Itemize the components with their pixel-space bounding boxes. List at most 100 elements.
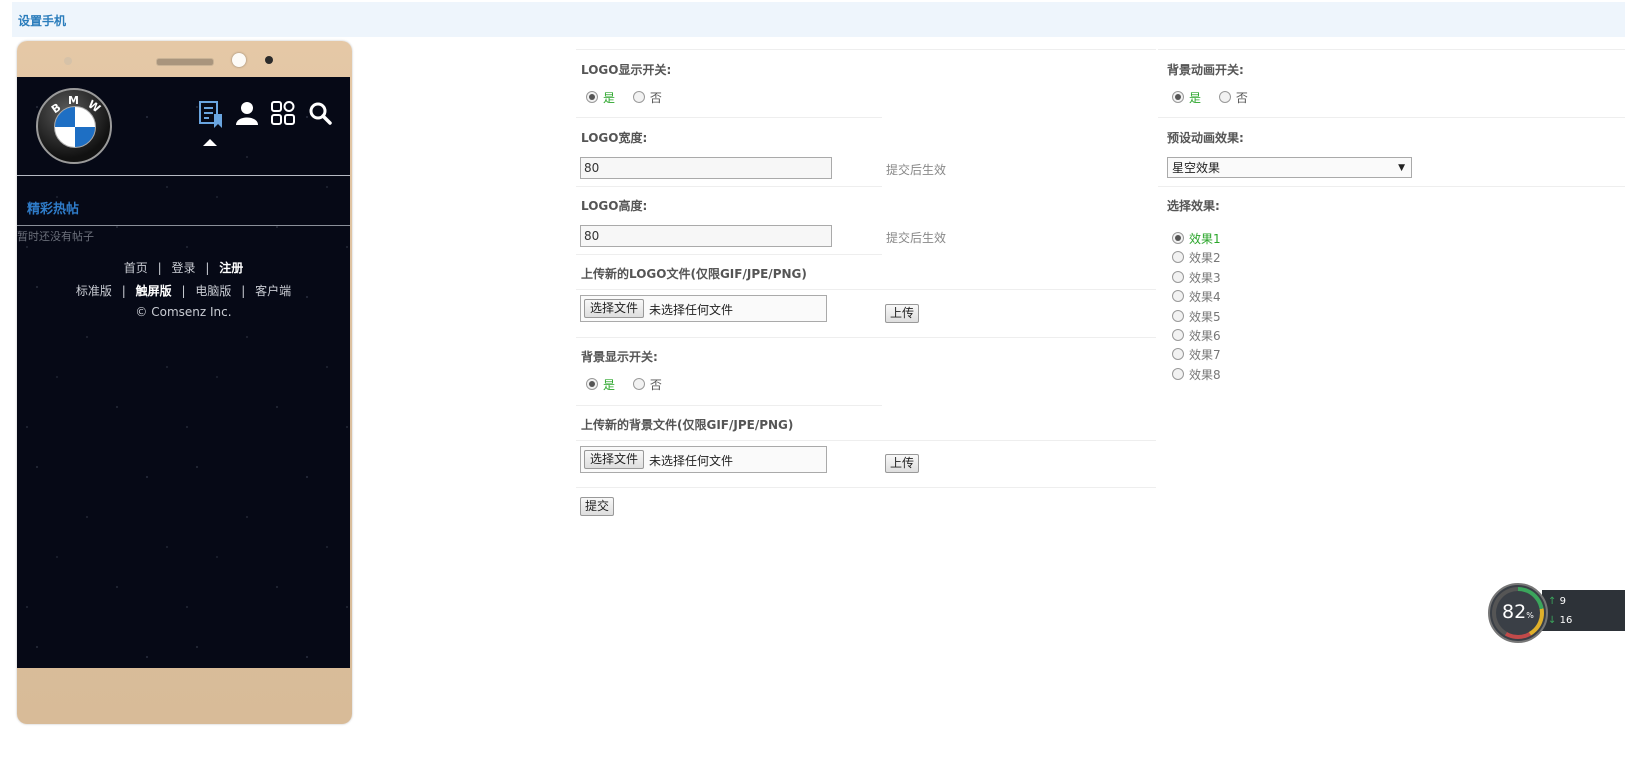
nav-touch-link[interactable]: 触屏版 (136, 284, 172, 298)
nav-home-link[interactable]: 首页 (124, 261, 148, 275)
effect-radio[interactable] (1172, 328, 1184, 341)
logo-emblem (54, 106, 96, 148)
preset-anim-label: 预设动画效果: (1167, 131, 1244, 145)
nav-register-link[interactable]: 注册 (219, 261, 243, 275)
anim-switch-no-label[interactable]: 否 (1236, 91, 1248, 105)
logo-width-input[interactable]: 80 (580, 157, 832, 179)
copyright-text: © Comsenz Inc. (135, 305, 232, 319)
anim-switch-label: 背景动画开关: (1167, 63, 1244, 77)
effect-radio[interactable] (1172, 251, 1184, 264)
document-bookmark-icon[interactable] (199, 101, 225, 129)
dropdown-arrow-icon: ▼ (1398, 163, 1405, 173)
page-header: 设置手机 (12, 2, 1625, 37)
arrow-up-icon: ↑ (1548, 596, 1557, 607)
effect-option[interactable]: 效果2 (1172, 249, 1221, 268)
effects-radio-list: 效果1 效果2 效果3 效果4 效果5 效果6 效果7 效果8 (1172, 230, 1221, 385)
nav-separator: | (121, 284, 126, 298)
footer-nav: 首页 | 登录 | 注册 (17, 259, 350, 276)
usage-percent-value: 82 (1502, 601, 1527, 623)
anim-switch-yes-label[interactable]: 是 (1189, 91, 1201, 105)
download-speed-value: 16 (1559, 615, 1573, 626)
download-speed: ↓ 16 (1548, 615, 1572, 626)
search-icon[interactable] (308, 101, 332, 125)
bg-upload-button[interactable]: 上传 (885, 454, 920, 473)
phone-speaker (156, 58, 214, 66)
effect-option[interactable]: 效果6 (1172, 327, 1221, 346)
effect-option[interactable]: 效果3 (1172, 269, 1221, 288)
effects-label: 选择效果: (1167, 199, 1220, 213)
effect-radio[interactable] (1172, 290, 1184, 303)
effect-option[interactable]: 效果7 (1172, 346, 1221, 365)
effect-label[interactable]: 效果1 (1189, 232, 1221, 246)
logo-switch-no-radio[interactable] (632, 91, 645, 103)
bg-switch-yes-radio[interactable] (586, 378, 598, 390)
usage-gauge: 82% (1488, 583, 1548, 643)
effect-label[interactable]: 效果4 (1189, 290, 1221, 304)
effect-label[interactable]: 效果6 (1189, 329, 1221, 343)
divider (576, 289, 1156, 290)
divider (1158, 186, 1625, 187)
logo-height-input[interactable]: 80 (580, 225, 832, 247)
effect-radio[interactable] (1172, 367, 1184, 380)
apps-grid-icon[interactable] (271, 101, 295, 125)
logo-switch-radios: 是 否 (586, 89, 662, 106)
logo-height-hint: 提交后生效 (886, 231, 947, 245)
nav-standard-link[interactable]: 标准版 (76, 284, 112, 298)
divider (576, 254, 882, 255)
divider (1158, 117, 1625, 118)
logo-file-input[interactable]: 选择文件 未选择任何文件 (580, 295, 827, 322)
phone-preview: B M W 精彩热帖 暂时还没有帖子 首页 | 登录 | 注册 标准版 | 触屏… (17, 41, 352, 724)
bg-switch-yes-label[interactable]: 是 (603, 378, 615, 392)
bg-switch-no-label[interactable]: 否 (650, 378, 662, 392)
effect-label[interactable]: 效果3 (1189, 271, 1221, 285)
bg-choose-file-button[interactable]: 选择文件 (584, 450, 645, 469)
active-tab-caret (203, 139, 217, 146)
effect-option[interactable]: 效果4 (1172, 288, 1221, 307)
logo-height-label: LOGO高度: (581, 199, 648, 213)
phone-camera (265, 56, 273, 64)
anim-switch-no-radio[interactable] (1218, 91, 1231, 103)
nav-login-link[interactable]: 登录 (171, 261, 195, 275)
effect-option[interactable]: 效果1 (1172, 230, 1221, 249)
logo-switch-yes-label[interactable]: 是 (603, 91, 615, 105)
bg-switch-no-radio[interactable] (632, 378, 645, 390)
usage-percent-unit: % (1526, 611, 1534, 620)
logo-switch-no-label[interactable]: 否 (650, 91, 662, 105)
effect-radio[interactable] (1172, 348, 1184, 361)
bg-switch-radios: 是 否 (586, 376, 662, 393)
phone-screen: B M W 精彩热帖 暂时还没有帖子 首页 | 登录 | 注册 标准版 | 触屏… (17, 77, 350, 668)
logo-switch-label: LOGO显示开关: (581, 63, 672, 77)
effect-option[interactable]: 效果8 (1172, 366, 1221, 385)
phone-sensor (64, 57, 72, 65)
divider (576, 487, 1156, 488)
submit-button[interactable]: 提交 (580, 497, 615, 516)
nav-client-link[interactable]: 客户端 (255, 284, 291, 298)
effect-label[interactable]: 效果8 (1189, 368, 1221, 382)
logo-file-status: 未选择任何文件 (649, 303, 734, 317)
arrow-down-icon: ↓ (1548, 615, 1557, 626)
effect-label[interactable]: 效果7 (1189, 348, 1221, 362)
bg-file-status: 未选择任何文件 (649, 454, 734, 468)
preset-anim-select[interactable]: 星空效果 ▼ (1167, 157, 1412, 178)
anim-switch-yes-radio[interactable] (1172, 91, 1184, 103)
divider (1158, 49, 1625, 50)
nav-pc-link[interactable]: 电脑版 (195, 284, 231, 298)
logo-switch-yes-radio[interactable] (586, 91, 598, 103)
network-speed-panel: ↑ 9 ↓ 16 (1542, 590, 1625, 631)
upload-speed-value: 9 (1559, 596, 1566, 607)
effect-radio[interactable] (1172, 232, 1184, 244)
effect-label[interactable]: 效果2 (1189, 251, 1221, 265)
phone-front-light (232, 53, 246, 67)
effect-label[interactable]: 效果5 (1189, 310, 1221, 324)
effect-radio[interactable] (1172, 309, 1184, 322)
effect-option[interactable]: 效果5 (1172, 308, 1221, 327)
bg-file-input[interactable]: 选择文件 未选择任何文件 (580, 446, 827, 473)
effect-radio[interactable] (1172, 270, 1184, 283)
logo-upload-button[interactable]: 上传 (885, 304, 920, 323)
user-icon[interactable] (236, 101, 258, 125)
header-divider (17, 175, 350, 176)
section-divider (17, 225, 350, 226)
nav-separator: | (181, 284, 186, 298)
logo-upload-label: 上传新的LOGO文件(仅限GIF/JPE/PNG) (581, 267, 807, 281)
logo-choose-file-button[interactable]: 选择文件 (584, 299, 645, 318)
